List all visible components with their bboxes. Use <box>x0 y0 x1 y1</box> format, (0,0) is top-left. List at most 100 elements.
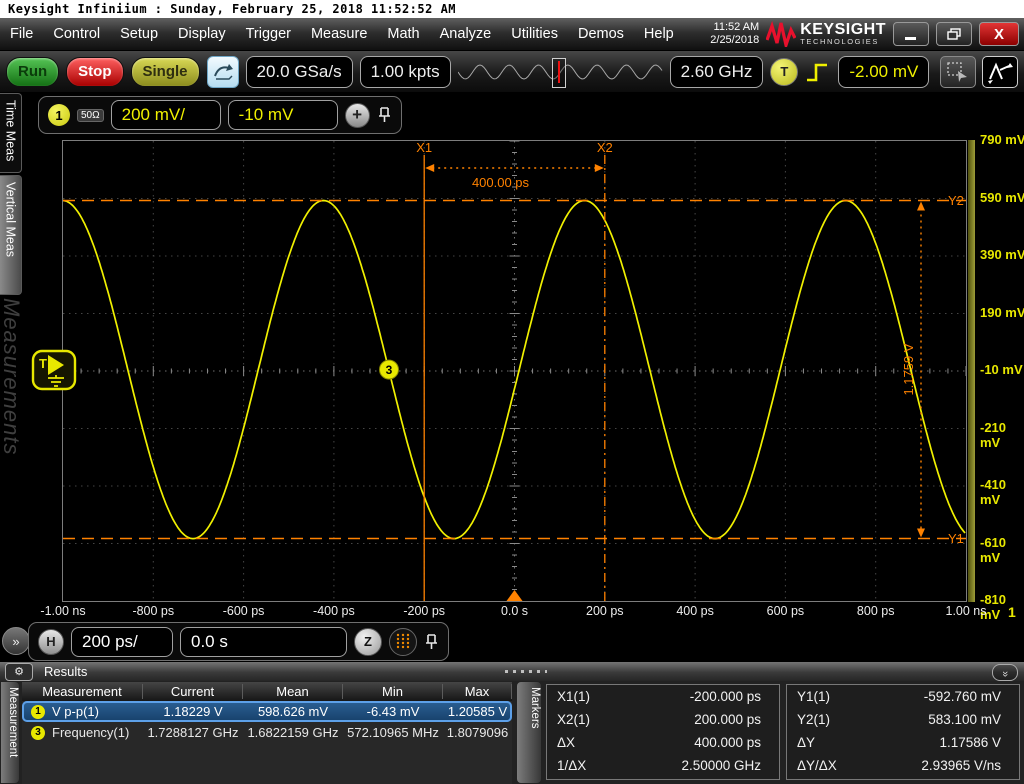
menu-item-setup[interactable]: Setup <box>110 18 168 50</box>
measurement-row[interactable]: 3 Frequency(1) 1.7288127 GHz 1.6822159 GHz 5… <box>22 722 512 743</box>
minimize-button[interactable] <box>893 22 929 46</box>
region-select-button[interactable] <box>940 55 976 88</box>
results-drag-handle[interactable] <box>505 670 547 673</box>
measurement-max: 1.20585 V <box>447 704 508 719</box>
menu-item-help[interactable]: Help <box>634 18 684 50</box>
waveform-zoom-button[interactable] <box>982 55 1018 88</box>
y-axis-tick-label: 190 mV <box>980 304 1024 320</box>
marker-label: Y1(1) <box>797 689 831 704</box>
x-axis-tick-label: -200 ps <box>403 604 446 618</box>
results-header: ⚙ Results » <box>0 662 1024 681</box>
trigger-badge[interactable]: T <box>770 57 799 86</box>
rising-edge-icon[interactable] <box>805 59 831 85</box>
hpos-cursor[interactable] <box>551 57 566 88</box>
menu-item-utilities[interactable]: Utilities <box>501 18 568 50</box>
menu-item-demos[interactable]: Demos <box>568 18 634 50</box>
menu-item-math[interactable]: Math <box>377 18 429 50</box>
zoom-button[interactable]: Z <box>354 627 382 656</box>
x-axis-tick-label: 1.00 ns <box>945 604 987 618</box>
results-table-header: Measurement Current Mean Min Max <box>22 682 512 701</box>
waveform-plot[interactable]: X1 X2 Y2 Y1 400.00 ps 1.1759 V 3 <box>62 140 967 602</box>
pin-icon[interactable] <box>377 106 392 124</box>
window-title: Keysight Infiniium : Sunday, February 25… <box>0 0 1024 18</box>
menu-item-analyze[interactable]: Analyze <box>430 18 502 50</box>
marker-readout-row: 1/ΔX 2.50000 GHz <box>547 754 779 777</box>
results-title: Results <box>44 664 88 679</box>
horizontal-badge[interactable]: H <box>38 628 64 655</box>
marker-readout-row: ΔX 400.000 ps <box>547 731 779 754</box>
column-header-max: Max <box>443 684 512 699</box>
trigger-level-field[interactable]: -2.00 mV <box>838 55 930 88</box>
menu-item-measure[interactable]: Measure <box>301 18 377 50</box>
menu-item-file[interactable]: File <box>0 18 43 50</box>
menu-item-trigger[interactable]: Trigger <box>236 18 301 50</box>
measurement-min: -6.43 mV <box>366 704 420 719</box>
column-header-measurement: Measurement <box>22 684 143 699</box>
results-collapse-button[interactable]: » <box>992 664 1018 681</box>
marker-label: Y2(1) <box>797 712 831 727</box>
channel-1-controls: 1 50Ω 200 mV/ -10 mV + <box>38 96 402 134</box>
x-axis-tick-label: -800 ps <box>132 604 175 618</box>
results-settings-button[interactable]: ⚙ <box>5 662 33 681</box>
menu-item-control[interactable]: Control <box>43 18 110 50</box>
close-button[interactable]: X <box>979 22 1019 46</box>
arrowhead-up <box>917 201 925 211</box>
marker-value: 2.93965 V/ns <box>921 758 1001 773</box>
timebase-scale-field[interactable]: 200 ps/ <box>71 626 173 657</box>
marker-value: 2.50000 GHz <box>681 758 761 773</box>
trigger-level-icon[interactable]: T <box>31 349 78 391</box>
add-channel-button[interactable]: + <box>344 102 370 128</box>
run-button[interactable]: Run <box>6 56 60 87</box>
measurement-min: 572.10965 MHz <box>347 725 439 740</box>
brand-text: KEYSIGHT TECHNOLOGIES <box>800 22 886 46</box>
stop-button[interactable]: Stop <box>66 56 124 87</box>
single-button[interactable]: Single <box>130 56 200 87</box>
menu-items: File Control Setup Display Trigger Measure Mat… <box>0 18 684 50</box>
x-axis-tick-label: 600 ps <box>766 604 805 618</box>
menu-item-display[interactable]: Display <box>168 18 236 50</box>
measurement-badge: 1 <box>31 704 45 719</box>
dotted-columns-icon <box>396 633 410 648</box>
pin-icon[interactable] <box>424 633 439 651</box>
tab-markers[interactable]: Markers <box>516 681 542 784</box>
clock-date: 2/25/2018 <box>710 34 760 46</box>
tab-measurement[interactable]: Measurement <box>0 681 20 784</box>
toolbar-right <box>940 55 1018 88</box>
expand-left-button[interactable]: » <box>2 627 30 655</box>
marker-label: X2(1) <box>557 712 591 727</box>
measurement-row[interactable]: 1 V p-p(1) 1.18229 V 598.626 mV -6.43 mV 1.20… <box>22 701 512 722</box>
y-axis-tick-label: 790 mV <box>980 132 1024 147</box>
measurement-mean: 1.6822159 GHz <box>247 725 339 740</box>
touch-gesture-icon <box>213 63 233 80</box>
channel-1-badge[interactable]: 1 <box>48 104 70 126</box>
marker-readout-row: X1(1) -200.000 ps <box>547 685 779 708</box>
y-axis-tick-label: -10 mV <box>980 362 1023 377</box>
trigger-time-marker[interactable] <box>506 590 523 601</box>
marker-y-readouts: Y1(1) -592.760 mV Y2(1) 583.100 mV ΔY 1.17586… <box>786 684 1020 780</box>
memory-depth-field[interactable]: 1.00 kpts <box>359 55 451 88</box>
brand-name: KEYSIGHT <box>800 21 886 39</box>
marker-x-readouts: X1(1) -200.000 ps X2(1) 200.000 ps ΔX 400.000… <box>546 684 780 780</box>
marker-label: ΔX <box>557 735 576 750</box>
channel-scale-field[interactable]: 200 mV/ <box>110 100 221 130</box>
horizontal-controls: H 200 ps/ 0.0 s Z <box>28 622 449 661</box>
segmented-display-button[interactable] <box>389 627 417 656</box>
keysight-logo: KEYSIGHT TECHNOLOGIES <box>766 21 886 47</box>
clock-time: 11:52 AM <box>713 20 760 33</box>
channel-offset-field[interactable]: -10 mV <box>227 100 338 130</box>
horizontal-position-widget[interactable] <box>457 55 663 89</box>
keysight-spark-icon <box>766 21 797 47</box>
trigger-frequency-field[interactable]: 2.60 GHz <box>669 55 764 88</box>
touch-button[interactable] <box>206 55 239 88</box>
marker-label: 1/ΔX <box>557 758 587 773</box>
timebase-position-field[interactable]: 0.0 s <box>180 626 347 657</box>
marker-readout-row: ΔY/ΔX 2.93965 V/ns <box>787 754 1019 777</box>
sample-rate-field[interactable]: 20.0 GSa/s <box>245 55 353 88</box>
marker-value: 583.100 mV <box>928 712 1001 727</box>
delta-y-value-label: 1.1759 V <box>901 343 916 395</box>
tab-vertical-meas[interactable]: Vertical Meas <box>0 175 22 295</box>
restore-button[interactable] <box>936 22 972 46</box>
measurement-results-table: Measurement Current Mean Min Max 1 V p-p(1) 1.… <box>22 682 512 784</box>
arrowhead-down <box>917 528 925 538</box>
tab-time-meas[interactable]: Time Meas <box>0 93 22 173</box>
